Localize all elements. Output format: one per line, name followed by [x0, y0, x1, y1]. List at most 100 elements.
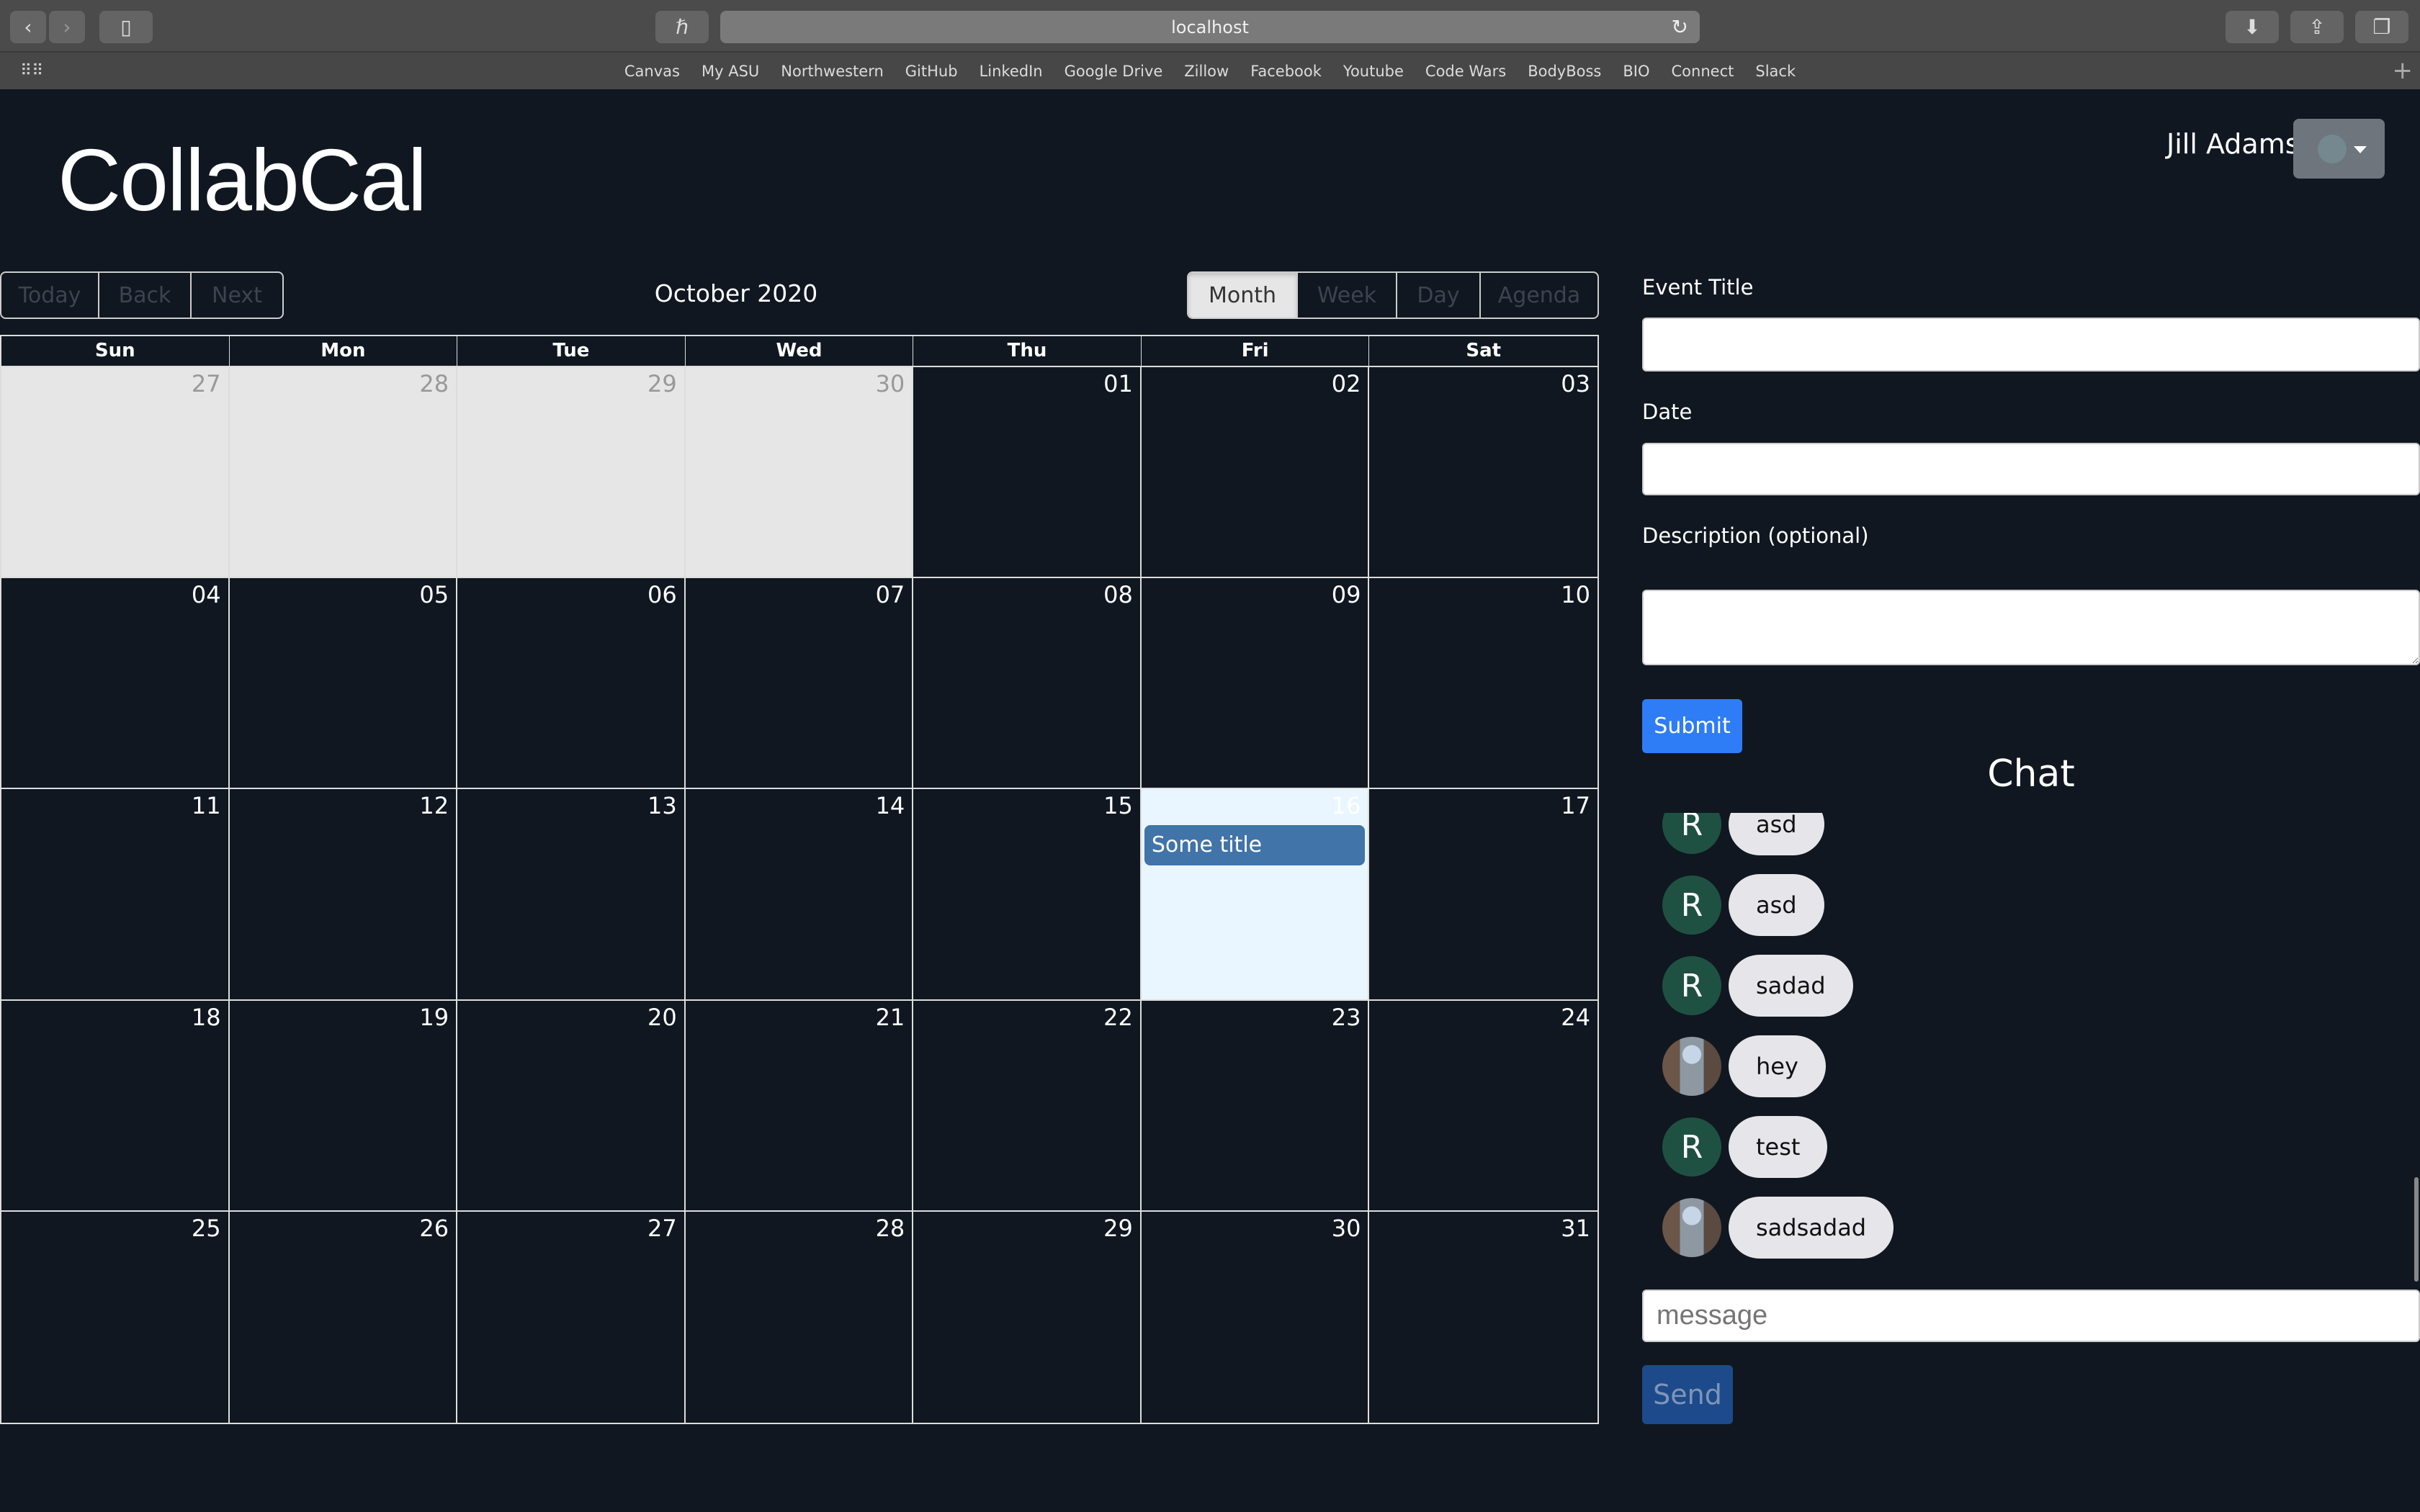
user-menu-button[interactable] — [2293, 119, 2385, 179]
extension-icon[interactable]: ℏ — [655, 11, 709, 43]
sidebar-toggle-icon[interactable]: ▯ — [99, 11, 153, 43]
day-number[interactable]: 17 — [1561, 792, 1590, 819]
back-button[interactable]: Back — [99, 273, 192, 318]
day-number[interactable]: 30 — [1332, 1215, 1361, 1242]
day-number[interactable]: 26 — [419, 1215, 449, 1242]
day-cell[interactable]: 05 — [229, 578, 458, 790]
view-day-button[interactable]: Day — [1397, 273, 1481, 318]
day-cell[interactable]: 17 — [1369, 789, 1597, 1001]
day-number[interactable]: 08 — [1103, 581, 1133, 608]
day-cell[interactable]: 22 — [913, 1000, 1142, 1212]
bookmark-link[interactable]: Facebook — [1250, 63, 1322, 80]
bookmark-link[interactable]: GitHub — [905, 63, 958, 80]
day-number[interactable]: 18 — [192, 1004, 221, 1031]
bookmark-link[interactable]: Connect — [1672, 63, 1734, 80]
day-number[interactable]: 31 — [1561, 1215, 1590, 1242]
date-input[interactable] — [1642, 443, 2420, 495]
event-title-input[interactable] — [1642, 318, 2420, 372]
day-cell[interactable]: 11 — [1, 789, 230, 1001]
day-number[interactable]: 15 — [1103, 792, 1133, 819]
day-number[interactable]: 27 — [192, 370, 221, 397]
day-cell[interactable]: 13 — [457, 789, 686, 1001]
view-agenda-button[interactable]: Agenda — [1481, 273, 1597, 318]
chat-message-list[interactable]: Rasd Rasd Rsadad hey Rtest sadsadad — [1642, 813, 2413, 1280]
reload-icon[interactable]: ↻ — [1672, 15, 1688, 39]
description-textarea[interactable] — [1642, 590, 2420, 665]
day-cell[interactable]: 04 — [1, 578, 230, 790]
download-icon[interactable]: ⬇ — [2226, 11, 2279, 43]
day-cell[interactable]: 27 — [1, 367, 230, 579]
day-number[interactable]: 19 — [419, 1004, 449, 1031]
day-number[interactable]: 12 — [419, 792, 449, 819]
day-cell[interactable]: 21 — [685, 1000, 914, 1212]
tabs-icon[interactable]: ❐ — [2355, 11, 2408, 43]
day-number[interactable]: 11 — [192, 792, 221, 819]
day-cell[interactable]: 25 — [1, 1211, 230, 1423]
day-number[interactable]: 03 — [1561, 370, 1590, 397]
day-cell[interactable]: 18 — [1, 1000, 230, 1212]
day-cell[interactable]: 29 — [457, 367, 686, 579]
day-cell[interactable]: 08 — [913, 578, 1142, 790]
chat-scrollbar[interactable] — [2414, 1177, 2419, 1282]
day-cell[interactable]: 30 — [1142, 1211, 1370, 1423]
day-cell[interactable]: 09 — [1141, 578, 1370, 790]
bookmark-link[interactable]: Zillow — [1184, 63, 1229, 80]
day-cell[interactable]: 31 — [1369, 1212, 1597, 1423]
message-input[interactable] — [1642, 1290, 2420, 1342]
bookmark-link[interactable]: My ASU — [702, 63, 759, 80]
day-cell[interactable]: 28 — [686, 1211, 914, 1423]
view-week-button[interactable]: Week — [1298, 273, 1397, 318]
day-cell[interactable]: 14 — [685, 789, 914, 1001]
day-number[interactable]: 24 — [1561, 1004, 1590, 1031]
day-number[interactable]: 23 — [1332, 1004, 1361, 1031]
day-cell[interactable]: 26 — [230, 1211, 458, 1423]
forward-arrow-icon[interactable]: › — [49, 11, 85, 43]
day-number[interactable]: 28 — [419, 370, 449, 397]
today-button[interactable]: Today — [1, 273, 99, 318]
day-number[interactable]: 21 — [876, 1004, 905, 1031]
day-cell[interactable]: 12 — [229, 789, 458, 1001]
day-number[interactable]: 25 — [192, 1215, 221, 1242]
submit-button[interactable]: Submit — [1642, 699, 1742, 753]
day-cell[interactable]: 24 — [1369, 1001, 1597, 1212]
day-cell[interactable]: 19 — [229, 1000, 458, 1212]
apps-grid-icon[interactable]: ⠿⠿ — [20, 62, 43, 80]
bookmark-link[interactable]: Google Drive — [1065, 63, 1163, 80]
day-cell[interactable]: 01 — [913, 367, 1142, 579]
day-cell[interactable]: 30 — [685, 367, 914, 579]
day-number[interactable]: 02 — [1332, 370, 1361, 397]
bookmark-link[interactable]: BIO — [1623, 63, 1649, 80]
address-bar[interactable]: localhost ↻ — [720, 11, 1700, 43]
bookmark-link[interactable]: Code Wars — [1425, 63, 1506, 80]
day-number[interactable]: 30 — [876, 370, 905, 397]
bookmark-link[interactable]: LinkedIn — [980, 63, 1043, 80]
day-number[interactable]: 16 — [1332, 792, 1361, 819]
day-number[interactable]: 10 — [1561, 581, 1590, 608]
day-cell[interactable]: 16 Some title — [1141, 789, 1370, 1001]
day-cell[interactable]: 28 — [229, 367, 458, 579]
back-arrow-icon[interactable]: ‹ — [10, 11, 46, 43]
day-number[interactable]: 29 — [1103, 1215, 1133, 1242]
day-cell[interactable]: 07 — [685, 578, 914, 790]
day-cell[interactable]: 27 — [457, 1211, 686, 1423]
calendar-event[interactable]: Some title — [1144, 825, 1366, 866]
add-tab-icon[interactable]: + — [2393, 56, 2414, 85]
day-number[interactable]: 28 — [876, 1215, 905, 1242]
day-number[interactable]: 01 — [1103, 370, 1133, 397]
day-cell[interactable]: 15 — [913, 789, 1142, 1001]
day-cell[interactable]: 02 — [1141, 367, 1370, 579]
day-number[interactable]: 04 — [192, 581, 221, 608]
day-number[interactable]: 05 — [419, 581, 449, 608]
day-number[interactable]: 13 — [647, 792, 677, 819]
bookmark-link[interactable]: Slack — [1755, 63, 1796, 80]
day-number[interactable]: 20 — [647, 1004, 677, 1031]
share-icon[interactable]: ⇪ — [2290, 11, 2344, 43]
bookmark-link[interactable]: Youtube — [1343, 63, 1404, 80]
next-button[interactable]: Next — [192, 273, 282, 318]
day-number[interactable]: 29 — [647, 370, 677, 397]
day-cell[interactable]: 29 — [913, 1211, 1142, 1423]
bookmark-link[interactable]: Canvas — [624, 63, 680, 80]
day-number[interactable]: 07 — [876, 581, 905, 608]
day-cell[interactable]: 06 — [457, 578, 686, 790]
day-cell[interactable]: 23 — [1141, 1000, 1370, 1212]
